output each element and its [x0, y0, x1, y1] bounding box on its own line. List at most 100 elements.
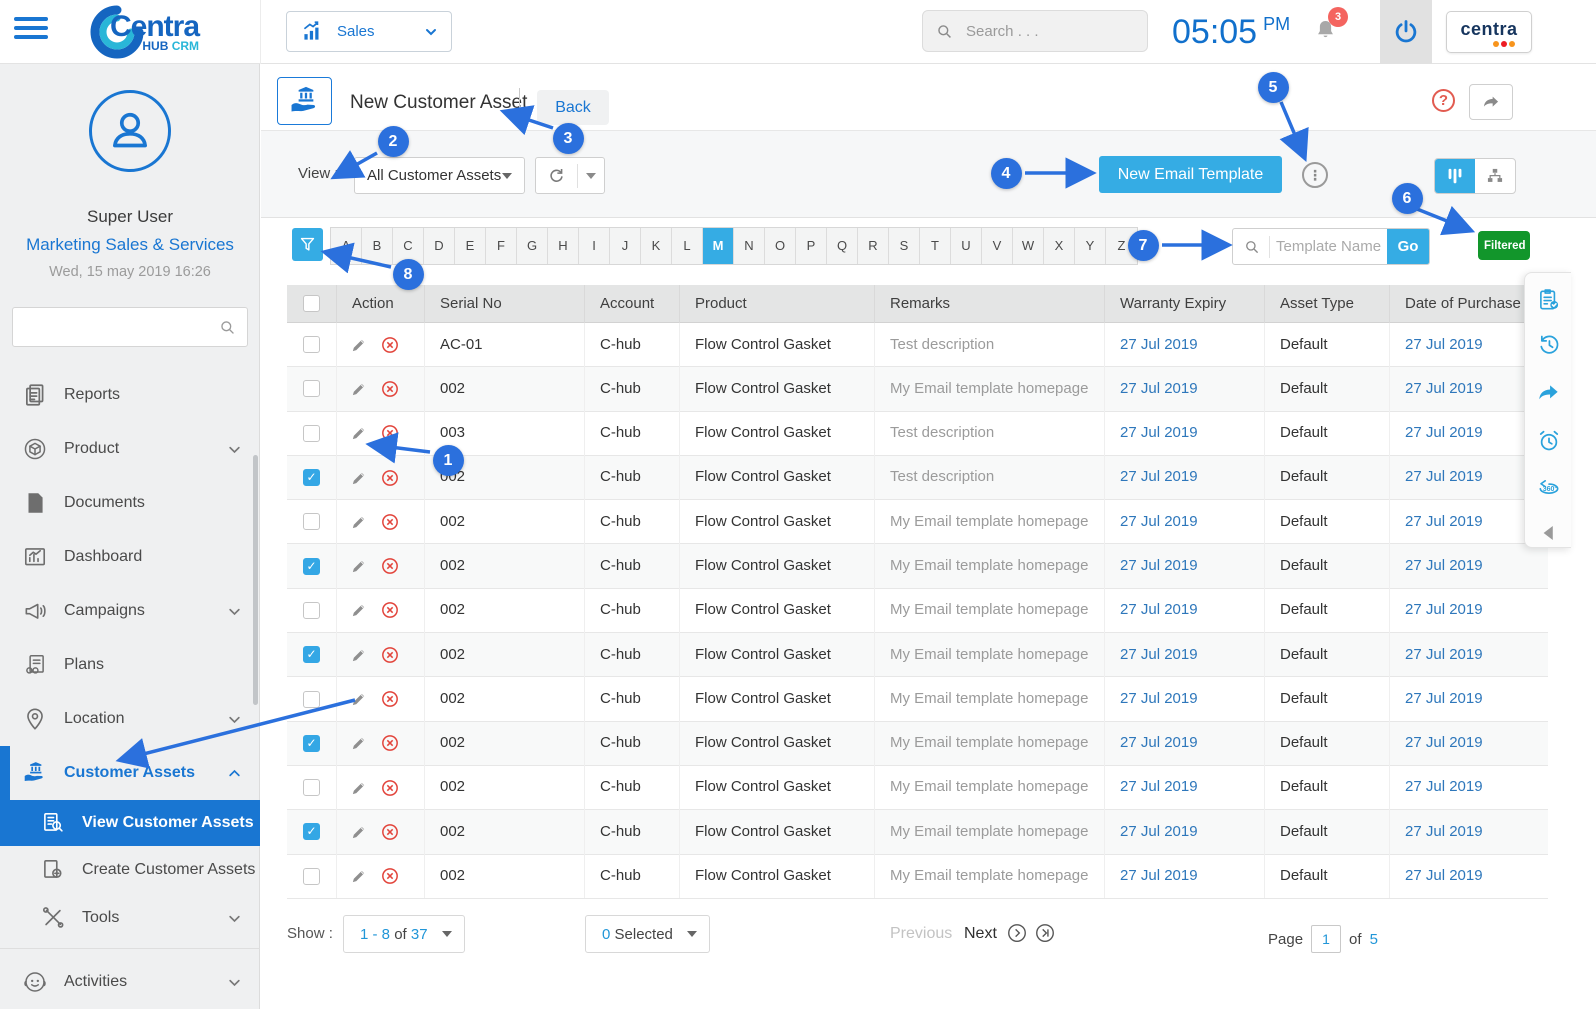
delete-icon[interactable] [380, 423, 400, 443]
letter-filter-J[interactable]: J [610, 228, 641, 264]
letter-filter-U[interactable]: U [951, 228, 982, 264]
hierarchy-view-toggle[interactable] [1475, 159, 1515, 193]
delete-icon[interactable] [380, 379, 400, 399]
letter-filter-K[interactable]: K [641, 228, 672, 264]
letter-filter-P[interactable]: P [796, 228, 827, 264]
letter-filter-V[interactable]: V [982, 228, 1013, 264]
delete-icon[interactable] [380, 689, 400, 709]
last-page-icon[interactable] [1034, 922, 1056, 944]
sidebar-item-location[interactable]: Location [0, 692, 260, 746]
edit-icon[interactable] [350, 336, 368, 354]
next-button[interactable]: Next [964, 925, 997, 943]
edit-icon[interactable] [350, 690, 368, 708]
letter-filter-I[interactable]: I [579, 228, 610, 264]
letter-filter-M[interactable]: M [703, 228, 734, 264]
module-selector-dropdown[interactable]: Sales [286, 11, 452, 52]
delete-icon[interactable] [380, 733, 400, 753]
row-checkbox[interactable]: ✓ [303, 823, 320, 841]
letter-filter-T[interactable]: T [920, 228, 951, 264]
letter-filter-C[interactable]: C [393, 228, 424, 264]
row-checkbox[interactable]: ✓ [303, 646, 320, 664]
sidebar-item-create-customer-assets[interactable]: Create Customer Assets [0, 846, 260, 894]
edit-icon[interactable] [350, 424, 368, 442]
tasks-icon[interactable] [1535, 286, 1562, 313]
letter-filter-B[interactable]: B [362, 228, 393, 264]
sidebar-scrollbar[interactable] [253, 455, 258, 705]
user-avatar[interactable] [89, 90, 171, 172]
sidebar-item-campaigns[interactable]: Campaigns [0, 584, 260, 638]
template-name-input[interactable] [1270, 238, 1387, 255]
reminder-icon[interactable] [1535, 427, 1562, 454]
global-search-input[interactable] [964, 21, 1114, 41]
customer-asset-icon[interactable] [277, 77, 332, 125]
notifications-bell-icon[interactable]: 3 [1312, 7, 1348, 48]
edit-icon[interactable] [350, 867, 368, 885]
edit-icon[interactable] [350, 779, 368, 797]
filter-funnel-button[interactable] [292, 228, 323, 261]
refresh-caret[interactable] [578, 172, 604, 179]
sidebar-item-product[interactable]: Product [0, 422, 260, 476]
filtered-badge-button[interactable]: Filtered [1478, 231, 1530, 260]
delete-icon[interactable] [380, 335, 400, 355]
new-email-template-button[interactable]: New Email Template [1099, 156, 1282, 193]
hamburger-menu-icon[interactable] [14, 17, 48, 47]
letter-filter-N[interactable]: N [734, 228, 765, 264]
sidebar-item-dashboard[interactable]: Dashboard [0, 530, 260, 584]
edit-icon[interactable] [350, 734, 368, 752]
delete-icon[interactable] [380, 600, 400, 620]
letter-filter-F[interactable]: F [486, 228, 517, 264]
delete-icon[interactable] [380, 645, 400, 665]
letter-filter-W[interactable]: W [1013, 228, 1044, 264]
row-checkbox[interactable] [303, 424, 320, 442]
share-button[interactable] [1469, 84, 1513, 120]
view-360-icon[interactable]: 360° [1535, 473, 1562, 500]
letter-filter-D[interactable]: D [424, 228, 455, 264]
row-checkbox[interactable] [303, 779, 320, 797]
history-icon[interactable] [1535, 331, 1562, 358]
sidebar-item-tools[interactable]: Tools [0, 894, 260, 942]
refresh-split-button[interactable] [535, 157, 605, 194]
letter-filter-H[interactable]: H [548, 228, 579, 264]
edit-icon[interactable] [350, 601, 368, 619]
collapse-icon[interactable] [1535, 519, 1562, 546]
delete-icon[interactable] [380, 778, 400, 798]
sidebar-item-view-customer-assets[interactable]: View Customer Assets [0, 800, 260, 846]
letter-filter-L[interactable]: L [672, 228, 703, 264]
row-checkbox[interactable] [303, 867, 320, 885]
row-checkbox[interactable]: ✓ [303, 469, 320, 487]
letter-filter-R[interactable]: R [858, 228, 889, 264]
row-checkbox[interactable]: ✓ [303, 557, 320, 575]
edit-icon[interactable] [350, 557, 368, 575]
row-checkbox[interactable]: ✓ [303, 734, 320, 752]
back-button[interactable]: Back [537, 90, 609, 125]
edit-icon[interactable] [350, 823, 368, 841]
delete-icon[interactable] [380, 468, 400, 488]
select-all-checkbox[interactable] [303, 295, 320, 312]
edit-icon[interactable] [350, 646, 368, 664]
refresh-icon[interactable] [536, 165, 577, 186]
sidebar-item-reports[interactable]: Reports [0, 368, 260, 422]
user-role[interactable]: Marketing Sales & Services [0, 235, 260, 255]
letter-filter-A[interactable]: A [331, 228, 362, 264]
edit-icon[interactable] [350, 469, 368, 487]
edit-icon[interactable] [350, 380, 368, 398]
row-checkbox[interactable] [303, 380, 320, 398]
letter-filter-X[interactable]: X [1044, 228, 1075, 264]
delete-icon[interactable] [380, 822, 400, 842]
sidebar-item-plans[interactable]: Plans [0, 638, 260, 692]
letter-filter-O[interactable]: O [765, 228, 796, 264]
delete-icon[interactable] [380, 866, 400, 886]
help-icon[interactable]: ? [1432, 89, 1455, 112]
sidebar-item-customer-assets[interactable]: Customer Assets [0, 746, 260, 800]
page-number-input[interactable] [1311, 925, 1342, 953]
view-dropdown[interactable]: All Customer Assets [354, 157, 525, 194]
page-range-dropdown[interactable]: 1 - 8 of 37 [343, 915, 465, 953]
row-checkbox[interactable] [303, 690, 320, 708]
letter-filter-Y[interactable]: Y [1075, 228, 1106, 264]
letter-filter-E[interactable]: E [455, 228, 486, 264]
previous-button[interactable]: Previous [890, 925, 952, 943]
row-checkbox[interactable] [303, 336, 320, 354]
letter-filter-G[interactable]: G [517, 228, 548, 264]
more-options-icon[interactable]: ⋮ [1302, 162, 1328, 188]
delete-icon[interactable] [380, 556, 400, 576]
